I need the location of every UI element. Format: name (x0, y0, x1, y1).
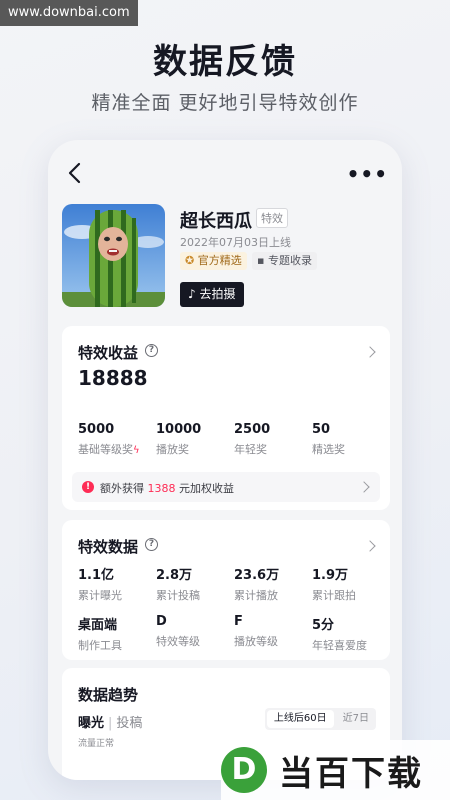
launch-date: 2022年07月03日上线 (180, 236, 291, 249)
extra-revenue-text: 额外获得 1388 元加权收益 (100, 482, 234, 495)
stat-label: 累计投稿 (156, 589, 200, 602)
stat-label: 累计跟拍 (312, 589, 356, 602)
data-stat: 23.6万 累计播放 (234, 564, 314, 603)
data-stat: 1.9万 累计跟拍 (312, 564, 392, 603)
more-options-icon[interactable]: ••• (347, 162, 388, 186)
revenue-stat: 2500 年轻奖 (234, 422, 314, 457)
effect-cover-image[interactable] (62, 204, 165, 307)
revenue-stat: 5000 基础等级奖ϟ (78, 422, 158, 457)
back-arrow-icon[interactable] (64, 160, 86, 186)
alert-icon: ! (82, 481, 94, 493)
tab-exposure[interactable]: 曝光 (78, 716, 104, 731)
stat-label: 播放奖 (156, 443, 189, 456)
stat-value: 1.9万 (312, 568, 349, 583)
range-60-days[interactable]: 上线后60日 (266, 710, 334, 728)
stat-value: 2500 (234, 422, 271, 437)
site-watermark: www.downbai.com (0, 0, 138, 26)
chevron-right-icon[interactable] (358, 481, 370, 493)
data-stat: F 播放等级 (234, 614, 314, 649)
top-nav: ••• (48, 158, 402, 188)
stat-label: 精选奖 (312, 443, 345, 456)
revenue-title: 特效收益 (78, 344, 139, 362)
help-icon[interactable]: ? (145, 344, 158, 357)
brand-text: 当百下载 (279, 754, 423, 794)
stat-value: 5分 (312, 618, 335, 633)
official-badge-label: 官方精选 (197, 254, 242, 267)
revenue-stat: 50 精选奖 (312, 422, 392, 457)
effect-name: 超长西瓜 (180, 211, 252, 232)
extra-revenue-bar[interactable]: ! 额外获得 1388 元加权收益 (72, 472, 380, 502)
official-badge: ✪ 官方精选 (180, 252, 247, 270)
phone-screen: ••• 超长西瓜 特效 2022年07月03日上线 ✪ 官方精选 ▪ 专题收录 … (48, 140, 402, 780)
trend-metric-tabs: 曝光 | 投稿 (78, 716, 143, 731)
range-toggle: 上线后60日 近7日 (264, 708, 376, 730)
stat-value: 2.8万 (156, 568, 193, 583)
range-7-days[interactable]: 近7日 (336, 708, 376, 730)
brand-logo-icon: D (221, 747, 267, 793)
verified-icon: ✪ (185, 254, 195, 267)
flow-status: 流量正常 (78, 739, 115, 749)
stat-value: 50 (312, 422, 331, 437)
revenue-stat: 10000 播放奖 (156, 422, 236, 457)
stat-label: 基础等级奖ϟ (78, 443, 140, 456)
page-headline: 数据反馈 (153, 42, 297, 82)
chevron-right-icon[interactable] (364, 540, 376, 552)
data-stat: 1.1亿 累计曝光 (78, 564, 158, 603)
stat-label: 年轻喜爱度 (312, 639, 367, 652)
effect-data-title: 特效数据 (78, 538, 139, 556)
stat-label: 年轻奖 (234, 443, 267, 456)
chevron-right-icon[interactable] (364, 346, 376, 358)
revenue-card[interactable]: 特效收益 ? 18888 5000 基础等级奖ϟ 10000 播放奖 2500 … (62, 326, 390, 510)
effect-profile: 超长西瓜 特效 2022年07月03日上线 ✪ 官方精选 ▪ 专题收录 ♪ 去拍… (62, 204, 392, 310)
extra-amount: 1388 (147, 482, 176, 495)
shoot-button-label: 去拍摄 (199, 287, 236, 301)
tiktok-icon: ♪ (188, 287, 196, 301)
topic-badge-label: 专题收录 (267, 254, 312, 267)
stat-label: 播放等级 (234, 635, 278, 648)
stat-label: 特效等级 (156, 635, 200, 648)
tab-submissions[interactable]: 投稿 (116, 716, 142, 731)
stat-value: 桌面端 (78, 618, 118, 633)
page-subline: 精准全面 更好地引导特效创作 (91, 92, 359, 114)
stat-value: D (156, 614, 167, 629)
boost-icon: ϟ (133, 445, 140, 456)
trend-title: 数据趋势 (78, 686, 139, 704)
data-stat: 5分 年轻喜爱度 (312, 614, 392, 653)
stat-label: 制作工具 (78, 639, 122, 652)
effect-data-card[interactable]: 特效数据 ? 1.1亿 累计曝光 2.8万 累计投稿 23.6万 累计播放 1.… (62, 520, 390, 660)
stat-value: F (234, 614, 243, 629)
stat-value: 5000 (78, 422, 115, 437)
data-stat: D 特效等级 (156, 614, 236, 649)
brand-watermark: D 当百下载 (221, 740, 450, 800)
bookmark-icon: ▪ (257, 254, 265, 267)
data-stat: 2.8万 累计投稿 (156, 564, 236, 603)
stat-label: 累计播放 (234, 589, 278, 602)
effect-tag: 特效 (256, 208, 288, 228)
revenue-total: 18888 (78, 366, 148, 390)
shoot-button[interactable]: ♪ 去拍摄 (180, 282, 244, 307)
stat-value: 10000 (156, 422, 202, 437)
stat-value: 23.6万 (234, 568, 280, 583)
help-icon[interactable]: ? (145, 538, 158, 551)
data-stat: 桌面端 制作工具 (78, 614, 158, 653)
topic-badge: ▪ 专题收录 (252, 252, 317, 270)
stat-label: 累计曝光 (78, 589, 122, 602)
stat-value: 1.1亿 (78, 568, 115, 583)
